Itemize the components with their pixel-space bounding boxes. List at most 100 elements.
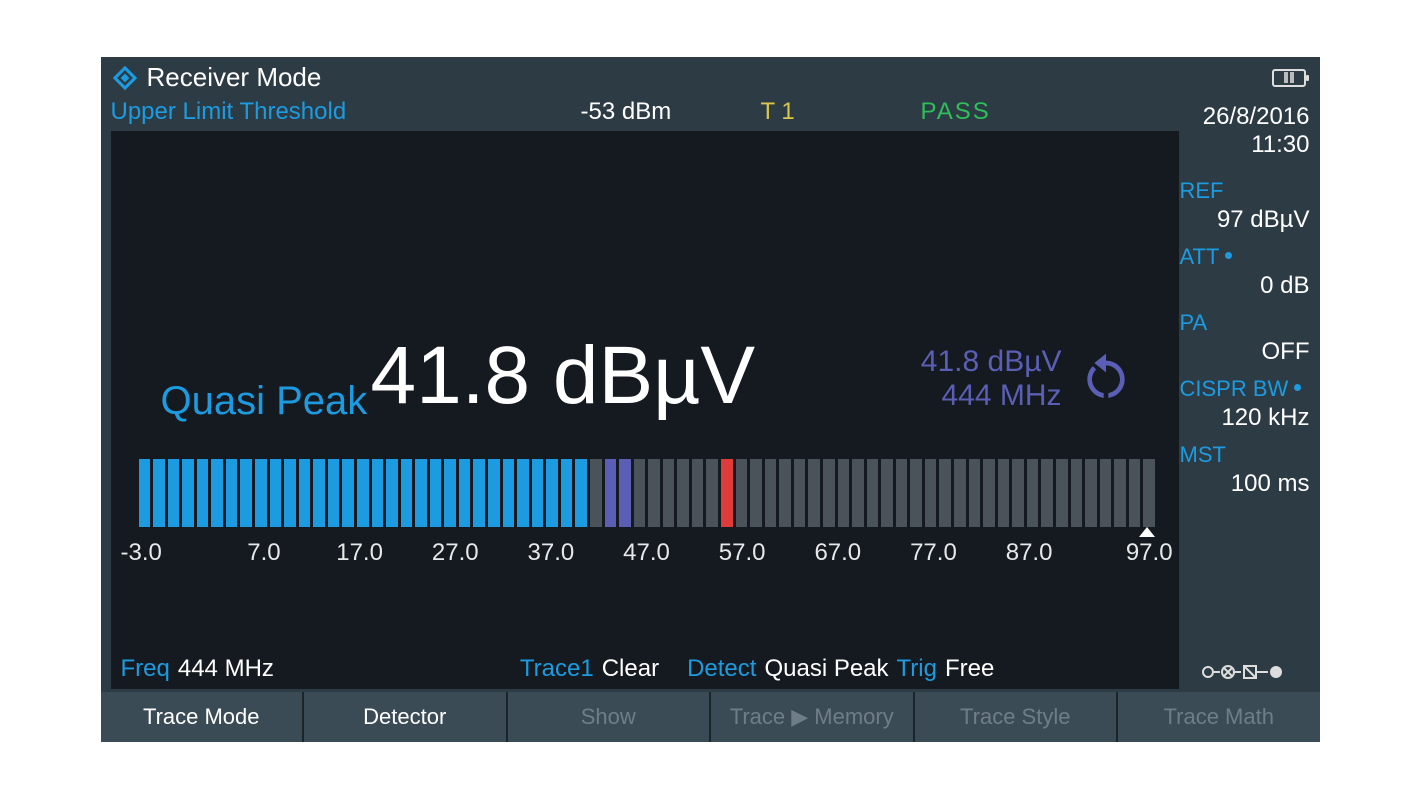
bargraph-segment xyxy=(663,459,675,527)
bargraph-segment xyxy=(939,459,951,527)
bargraph-segment xyxy=(1085,459,1097,527)
bargraph-segment xyxy=(1100,459,1112,527)
scale-tick: 67.0 xyxy=(790,539,886,567)
bargraph-segment xyxy=(211,459,223,527)
bargraph-segment xyxy=(605,459,617,527)
auto-dot-icon xyxy=(1225,252,1232,259)
bargraph-segment xyxy=(808,459,820,527)
bargraph-segment xyxy=(750,459,762,527)
bargraph-segment xyxy=(692,459,704,527)
peak-hold-level: 41.8 dBµV xyxy=(921,345,1062,380)
bargraph-segment xyxy=(197,459,209,527)
bargraph-segment xyxy=(139,459,151,527)
param-value: OFF xyxy=(1180,338,1310,366)
param-ref[interactable]: REF97 dBµV xyxy=(1180,178,1310,234)
level-readout: 41.8 dBµV xyxy=(371,329,756,423)
main-display: Quasi Peak 41.8 dBµV 41.8 dBµV 444 MHz -… xyxy=(111,131,1179,689)
bargraph-segment xyxy=(575,459,587,527)
bargraph-segment xyxy=(677,459,689,527)
pass-fail-status: PASS xyxy=(921,98,1061,126)
detect-value: Quasi Peak xyxy=(764,655,888,683)
bargraph-segment xyxy=(619,459,631,527)
freq-value: 444 MHz xyxy=(178,655,274,683)
title-bar: Receiver Mode xyxy=(101,57,1320,97)
bargraph-segment xyxy=(357,459,369,527)
trace-value: Clear xyxy=(602,655,659,683)
param-value: 0 dB xyxy=(1180,272,1310,300)
bargraph-segment xyxy=(444,459,456,527)
bargraph-segment xyxy=(925,459,937,527)
mode-title: Receiver Mode xyxy=(147,62,322,93)
instrument-screen: Receiver Mode Upper Limit Threshold -53 … xyxy=(101,57,1320,742)
title-left: Receiver Mode xyxy=(111,62,322,93)
bargraph-segment xyxy=(998,459,1010,527)
softkey-trace-math: Trace Math xyxy=(1118,692,1320,742)
bargraph-segment xyxy=(226,459,238,527)
scale-tick: -3.0 xyxy=(121,539,217,567)
scale-tick: 27.0 xyxy=(407,539,503,567)
scale-tick: 87.0 xyxy=(981,539,1077,567)
scale-tick: 77.0 xyxy=(886,539,982,567)
freq-label: Freq xyxy=(121,655,170,683)
bargraph-scale: -3.07.017.027.037.047.057.067.077.087.09… xyxy=(121,539,1173,567)
bargraph-segment xyxy=(1012,459,1024,527)
bargraph-segment xyxy=(401,459,413,527)
bargraph-segment xyxy=(969,459,981,527)
bargraph-segment xyxy=(1071,459,1083,527)
bargraph-segment xyxy=(299,459,311,527)
scale-tick: 17.0 xyxy=(312,539,408,567)
bargraph-segment xyxy=(706,459,718,527)
bargraph-segment xyxy=(1114,459,1126,527)
trig-value: Free xyxy=(945,655,994,683)
trace-label: Trace1 xyxy=(520,655,594,683)
softkey-trace-mode[interactable]: Trace Mode xyxy=(101,692,305,742)
threshold-label[interactable]: Upper Limit Threshold xyxy=(111,98,581,126)
bargraph-segment xyxy=(1143,459,1155,527)
bargraph-segment xyxy=(838,459,850,527)
threshold-value: -53 dBm xyxy=(581,98,761,126)
bargraph-segment xyxy=(648,459,660,527)
peak-hold-freq: 444 MHz xyxy=(921,379,1062,414)
bargraph-segment xyxy=(896,459,908,527)
bargraph-segment xyxy=(794,459,806,527)
bargraph-segment xyxy=(561,459,573,527)
date-text: 26/8/2016 xyxy=(1180,103,1310,132)
trace-status-line: Freq 444 MHz Trace1 Clear Detect Quasi P… xyxy=(121,655,995,683)
softkey-trace-memory: Trace ▶ Memory xyxy=(711,692,915,742)
param-key: MST xyxy=(1180,442,1226,468)
reset-peak-icon[interactable] xyxy=(1078,349,1134,410)
connection-icons xyxy=(1200,663,1310,686)
param-value: 100 ms xyxy=(1180,470,1310,498)
scale-tick: 37.0 xyxy=(503,539,599,567)
param-pa[interactable]: PAOFF xyxy=(1180,310,1310,366)
param-att[interactable]: ATT0 dB xyxy=(1180,244,1310,300)
ref-marker-icon xyxy=(1139,527,1155,537)
param-key: CISPR BW xyxy=(1180,376,1302,402)
param-key: PA xyxy=(1180,310,1208,336)
param-value: 120 kHz xyxy=(1180,404,1310,432)
datetime: 26/8/2016 11:30 xyxy=(1180,103,1310,161)
param-mst[interactable]: MST100 ms xyxy=(1180,442,1310,498)
scale-tick: 97.0 xyxy=(1077,539,1173,567)
bargraph-segment xyxy=(284,459,296,527)
bargraph-segment xyxy=(153,459,165,527)
softkey-detector[interactable]: Detector xyxy=(304,692,508,742)
softkey-row: Trace ModeDetectorShowTrace ▶ MemoryTrac… xyxy=(101,692,1320,742)
bargraph-segment xyxy=(1129,459,1141,527)
bargraph-segment xyxy=(881,459,893,527)
param-cispr-bw[interactable]: CISPR BW120 kHz xyxy=(1180,376,1310,432)
bargraph-segment xyxy=(182,459,194,527)
bargraph-segment xyxy=(910,459,922,527)
bargraph-segment xyxy=(823,459,835,527)
bargraph-segment xyxy=(503,459,515,527)
param-key: REF xyxy=(1180,178,1224,204)
bargraph-segment xyxy=(386,459,398,527)
bargraph-segment xyxy=(328,459,340,527)
bargraph-segment xyxy=(779,459,791,527)
param-value: 97 dBµV xyxy=(1180,206,1310,234)
param-key: ATT xyxy=(1180,244,1233,270)
bargraph-segment xyxy=(590,459,602,527)
bargraph-segment xyxy=(240,459,252,527)
detect-label: Detect xyxy=(687,655,756,683)
bargraph-segment xyxy=(765,459,777,527)
